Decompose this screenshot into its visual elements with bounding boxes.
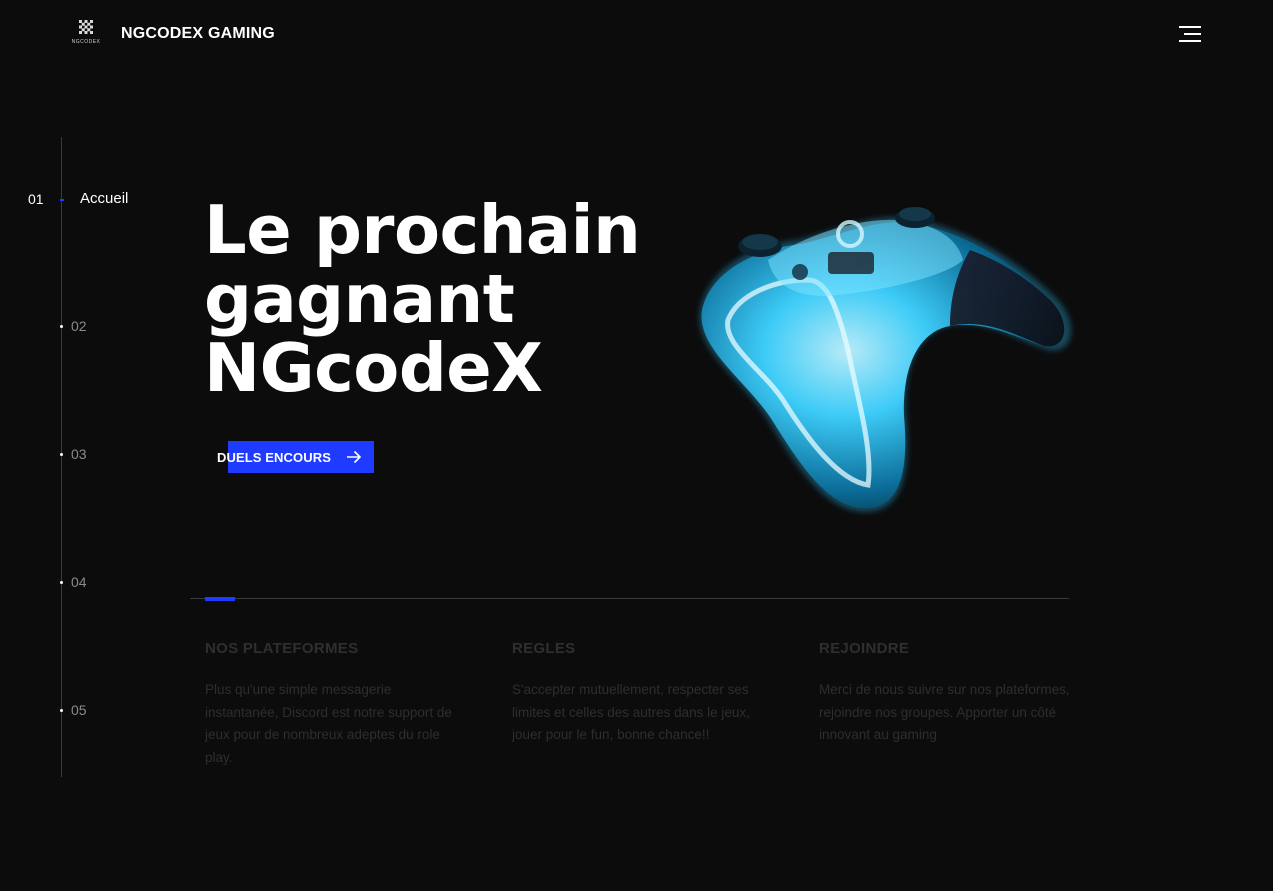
feature-title: REJOINDRE: [819, 640, 910, 657]
brand-name[interactable]: NGCODEX GAMING: [121, 25, 275, 43]
nav-number: 03: [71, 446, 87, 462]
hero-title-line: NGcodeX: [204, 329, 543, 407]
logo-text: NGCODEX: [71, 39, 101, 45]
nav-item-03[interactable]: 03: [55, 445, 115, 465]
feature-text: S'accepter mutuellement, respecter ses l…: [512, 682, 750, 742]
nav-dot: [60, 709, 63, 712]
nav-number: 05: [71, 702, 87, 718]
nav-item-02[interactable]: 02: [55, 317, 115, 337]
hero-title: Le prochain gagnant NGcodeX: [204, 196, 674, 403]
feature-join: REJOINDRE Merci de nous suivre sur nos p…: [819, 640, 1079, 747]
arrow-right-icon: [347, 450, 362, 464]
section-divider: [190, 598, 1069, 599]
nav-item-01[interactable]: 01 Accueil: [0, 190, 160, 212]
hero-title-line: Le prochain: [204, 191, 641, 269]
cta-label: DUELS ENCOURS: [217, 450, 331, 465]
logo-mark-icon: [79, 20, 93, 34]
nav-item-04[interactable]: 04: [55, 573, 115, 593]
logo[interactable]: NGCODEX: [68, 20, 104, 50]
duels-encours-button[interactable]: DUELS ENCOURS: [217, 441, 374, 473]
nav-label: Accueil: [80, 190, 129, 207]
nav-dot: [60, 325, 63, 328]
feature-text: Merci de nous suivre sur nos plateformes…: [819, 682, 1070, 742]
nav-number: 01: [28, 191, 44, 207]
feature-rules: REGLES S'accepter mutuellement, respecte…: [512, 640, 772, 747]
feature-text: Plus qu'une simple messagerie instantané…: [205, 682, 452, 765]
nav-dot: [60, 581, 63, 584]
nav-number: 04: [71, 574, 87, 590]
nav-dot: [60, 453, 63, 456]
feature-platforms: NOS PLATEFORMES Plus qu'une simple messa…: [205, 640, 465, 769]
feature-title: NOS PLATEFORMES: [205, 640, 359, 657]
hamburger-menu-icon[interactable]: [1175, 24, 1201, 46]
nav-item-05[interactable]: 05: [55, 701, 115, 721]
nav-active-tick: [60, 199, 64, 201]
page: NGCODEX NGCODEX GAMING 01 Accueil 02 03 …: [0, 0, 1273, 891]
game-controller-image: [699, 207, 1072, 513]
nav-number: 02: [71, 318, 87, 334]
feature-title: REGLES: [512, 640, 576, 657]
hero-title-line: gagnant: [204, 260, 515, 338]
divider-accent: [205, 597, 235, 601]
